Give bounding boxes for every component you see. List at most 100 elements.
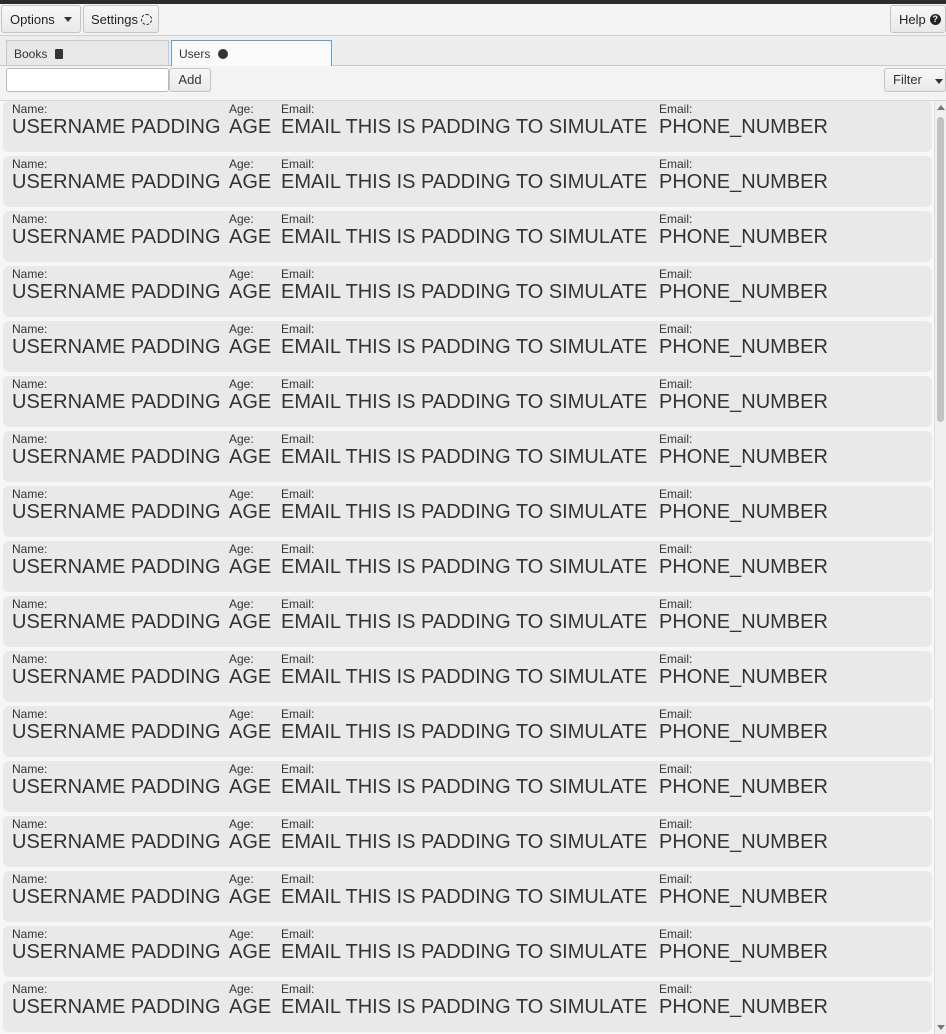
user-age-label: Age:: [229, 762, 254, 776]
user-name-label: Name:: [12, 707, 48, 721]
user-name-cell: Name: USERNAME PADDING: [12, 926, 221, 964]
list-item[interactable]: Name: USERNAME PADDING Age: AGE Email: EMAIL …: [3, 101, 932, 152]
tab-users[interactable]: Users: [171, 40, 332, 66]
user-phone-value: PHONE_NUMBER: [659, 116, 828, 138]
list-item[interactable]: Name: USERNAME PADDING Age: AGE Email: EMAIL …: [3, 871, 932, 922]
user-email-label: Email:: [281, 102, 315, 116]
user-age-label: Age:: [229, 872, 254, 886]
user-name-value: USERNAME PADDING: [12, 281, 221, 303]
user-phone-value: PHONE_NUMBER: [659, 446, 828, 468]
user-email-cell: Email: EMAIL THIS IS PADDING TO SIMULATE: [281, 541, 647, 579]
user-email-label: Email:: [281, 762, 315, 776]
help-label: Help: [899, 11, 926, 27]
list-item[interactable]: Name: USERNAME PADDING Age: AGE Email: EMAIL …: [3, 596, 932, 647]
user-name-label: Name:: [12, 762, 48, 776]
user-phone-cell: Email: PHONE_NUMBER: [659, 981, 828, 1019]
list-item[interactable]: Name: USERNAME PADDING Age: AGE Email: EMAIL …: [3, 156, 932, 207]
user-email-cell: Email: EMAIL THIS IS PADDING TO SIMULATE: [281, 761, 647, 799]
add-input[interactable]: [6, 68, 169, 92]
user-name-cell: Name: USERNAME PADDING: [12, 431, 221, 469]
user-phone-value: PHONE_NUMBER: [659, 391, 828, 413]
user-phone-cell: Email: PHONE_NUMBER: [659, 926, 828, 964]
user-phone-cell: Email: PHONE_NUMBER: [659, 871, 828, 909]
user-age-cell: Age: AGE: [229, 926, 272, 964]
scrollbar-thumb[interactable]: [937, 117, 944, 422]
user-email-label: Email:: [281, 817, 315, 831]
user-age-value: AGE: [229, 831, 272, 853]
user-email-label: Email:: [281, 982, 315, 996]
user-age-label: Age:: [229, 927, 254, 941]
scroll-up-arrow-icon[interactable]: [937, 105, 945, 110]
list-item[interactable]: Name: USERNAME PADDING Age: AGE Email: EMAIL …: [3, 761, 932, 812]
user-phone-cell: Email: PHONE_NUMBER: [659, 266, 828, 304]
user-email-cell: Email: EMAIL THIS IS PADDING TO SIMULATE: [281, 981, 647, 1019]
user-age-cell: Age: AGE: [229, 541, 271, 579]
user-email-label: Email:: [281, 707, 315, 721]
user-age-label: Age:: [229, 322, 254, 336]
tab-books[interactable]: Books: [6, 40, 169, 65]
user-age-cell: Age: AGE: [229, 871, 272, 909]
user-phone-cell: Email: PHONE_NUMBER: [659, 761, 828, 799]
user-age-value: AGE: [229, 501, 272, 523]
user-phone-cell: Email: PHONE_NUMBER: [659, 816, 828, 854]
user-email-label: Email:: [281, 432, 315, 446]
options-menu-button[interactable]: Options: [1, 5, 81, 33]
user-name-label: Name:: [12, 267, 48, 281]
list-item[interactable]: Name: USERNAME PADDING Age: AGE Email: EMAIL …: [3, 651, 932, 702]
list-item[interactable]: Name: USERNAME PADDING Age: AGE Email: EMAIL …: [3, 981, 932, 1032]
list-item[interactable]: Name: USERNAME PADDING Age: AGE Email: EMAIL …: [3, 431, 932, 482]
user-email-cell: Email: EMAIL THIS IS PADDING TO SIMULATE: [281, 156, 648, 194]
list-item[interactable]: Name: USERNAME PADDING Age: AGE Email: EMAIL …: [3, 376, 932, 427]
list-item[interactable]: Name: USERNAME PADDING Age: AGE Email: EMAIL …: [3, 926, 932, 977]
user-phone-value: PHONE_NUMBER: [659, 336, 828, 358]
user-email-value: EMAIL THIS IS PADDING TO SIMULATE: [281, 281, 648, 303]
user-email-value: EMAIL THIS IS PADDING TO SIMULATE: [281, 446, 648, 468]
user-phone-cell: Email: PHONE_NUMBER: [659, 706, 828, 744]
user-name-value: USERNAME PADDING: [12, 556, 221, 578]
user-age-label: Age:: [229, 982, 254, 996]
user-age-cell: Age: AGE: [229, 101, 271, 139]
list-item[interactable]: Name: USERNAME PADDING Age: AGE Email: EMAIL …: [3, 816, 932, 867]
user-age-value: AGE: [229, 941, 272, 963]
list-item[interactable]: Name: USERNAME PADDING Age: AGE Email: EMAIL …: [3, 706, 932, 757]
add-button[interactable]: Add: [169, 68, 211, 92]
user-email-value: EMAIL THIS IS PADDING TO SIMULATE: [281, 171, 648, 193]
user-phone-value: PHONE_NUMBER: [659, 776, 828, 798]
user-phone-label: Email:: [659, 487, 693, 501]
user-phone-cell: Email: PHONE_NUMBER: [659, 101, 828, 139]
user-age-label: Age:: [229, 157, 254, 171]
user-name-label: Name:: [12, 652, 48, 666]
user-phone-value: PHONE_NUMBER: [659, 556, 828, 578]
list-item[interactable]: Name: USERNAME PADDING Age: AGE Email: EMAIL …: [3, 541, 932, 592]
user-name-cell: Name: USERNAME PADDING: [12, 706, 221, 744]
user-age-cell: Age: AGE: [229, 596, 271, 634]
user-email-cell: Email: EMAIL THIS IS PADDING TO SIMULATE: [281, 871, 647, 909]
list-item[interactable]: Name: USERNAME PADDING Age: AGE Email: EMAIL …: [3, 486, 932, 537]
user-phone-value: PHONE_NUMBER: [659, 941, 828, 963]
user-phone-label: Email:: [659, 817, 693, 831]
user-age-label: Age:: [229, 652, 254, 666]
user-phone-label: Email:: [659, 157, 693, 171]
scroll-down-arrow-icon[interactable]: [937, 1025, 945, 1030]
user-phone-label: Email:: [659, 762, 693, 776]
list-item[interactable]: Name: USERNAME PADDING Age: AGE Email: EMAIL …: [3, 211, 932, 262]
user-phone-label: Email:: [659, 322, 693, 336]
list-item[interactable]: Name: USERNAME PADDING Age: AGE Email: EMAIL …: [3, 266, 932, 317]
user-email-value: EMAIL THIS IS PADDING TO SIMULATE: [281, 226, 648, 248]
user-age-value: AGE: [229, 886, 272, 908]
filter-button[interactable]: Filter: [884, 68, 946, 92]
app-window: Options Settings Help ? Books Users Add …: [0, 4, 946, 1034]
settings-button[interactable]: Settings: [83, 5, 159, 33]
user-name-cell: Name: USERNAME PADDING: [12, 376, 221, 414]
user-list[interactable]: Name: USERNAME PADDING Age: AGE Email: EMAIL …: [0, 101, 934, 1034]
user-name-cell: Name: USERNAME PADDING: [12, 541, 221, 579]
user-name-value: USERNAME PADDING: [12, 501, 221, 523]
list-scrollbar[interactable]: [934, 101, 946, 1034]
user-name-value: USERNAME PADDING: [12, 941, 221, 963]
user-name-value: USERNAME PADDING: [12, 996, 221, 1018]
user-name-cell: Name: USERNAME PADDING: [12, 651, 221, 689]
user-phone-cell: Email: PHONE_NUMBER: [659, 486, 828, 524]
user-phone-value: PHONE_NUMBER: [659, 171, 828, 193]
list-item[interactable]: Name: USERNAME PADDING Age: AGE Email: EMAIL …: [3, 321, 932, 372]
help-button[interactable]: Help ?: [890, 5, 946, 33]
